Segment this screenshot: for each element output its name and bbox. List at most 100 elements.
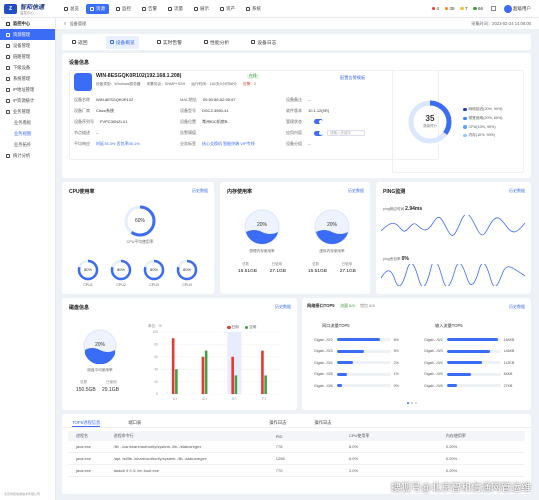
topnav-label: 展示	[200, 5, 209, 11]
column-header[interactable]: 内存使用率	[446, 433, 525, 439]
column-header[interactable]: 进程命令行	[114, 433, 276, 439]
disk-bar-空闲[interactable]	[175, 369, 178, 394]
y-tick-label: 40	[154, 367, 158, 371]
topnav-bell[interactable]: 告警	[138, 4, 161, 14]
traffic-bar-fill	[336, 372, 348, 376]
traffic-row[interactable]: Gigab.../0/5 84KB	[424, 369, 522, 381]
device-field: 设备分组 --	[286, 141, 311, 147]
alert-counter[interactable]: 66	[473, 6, 483, 11]
traffic-history-link[interactable]: 历史数据	[509, 304, 525, 310]
sidebar-item[interactable]: 业务看板	[0, 117, 55, 128]
bell-icon	[142, 6, 146, 11]
memory-used-value: 27.1GB	[269, 269, 286, 274]
sidebar-item[interactable]: 资源管理	[0, 29, 55, 40]
traffic-row[interactable]: Gigab.../0/3 146KB	[424, 346, 522, 358]
carousel-dots[interactable]	[407, 402, 417, 404]
column-header[interactable]: CPU使用率	[349, 433, 446, 439]
disk-bar-已用[interactable]	[231, 356, 234, 394]
sidebar-item[interactable]: 业务管理	[0, 106, 55, 117]
tab-2[interactable]: 实时告警	[153, 36, 186, 49]
traffic-bar-fill	[446, 338, 498, 342]
traffic-row[interactable]: Gigab.../0/5 1%	[314, 369, 412, 381]
traffic-row[interactable]: Gigab.../0/2 184KB	[424, 334, 522, 346]
disk-bar-空闲[interactable]	[204, 350, 208, 394]
topnav-gear[interactable]: 系统	[242, 4, 265, 14]
disk-bar-已用[interactable]	[171, 338, 175, 394]
configure-alert-link[interactable]: 配置告警模板	[340, 75, 365, 81]
topnav-server[interactable]: 资源	[86, 3, 109, 14]
memory-total-label: 总数	[242, 262, 249, 266]
memory-gauge: 20% 虚拟内存使用率 总数 已使用 15.51GB 27.1GB	[308, 208, 356, 274]
traffic-tab-flow[interactable]: 流量 8/8	[340, 303, 355, 309]
traffic-row[interactable]: Gigab.../0/3 5%	[314, 346, 412, 358]
disk-bar-空闲[interactable]	[234, 375, 238, 394]
legend-dot-icon	[463, 107, 467, 112]
topnav-home[interactable]: 总览	[60, 4, 83, 14]
sidebar-item[interactable]: 系统管理	[0, 73, 55, 84]
sidebar-item-label: 下级设备	[13, 64, 31, 70]
traffic-row[interactable]: Gigab.../0/4 112KB	[424, 357, 522, 369]
brand-logo[interactable]: Z 智和信通 监控中心	[0, 2, 56, 16]
table-row[interactable]: java.exe/apt. tst/lib../share/authority/…	[68, 453, 525, 465]
device-field: 业务标签 核心交换机 智能终端 VIP专线	[180, 141, 255, 147]
topnav-box[interactable]: 资产	[216, 4, 239, 14]
topnav-monitor[interactable]: 监控	[112, 4, 135, 14]
field-label: 告警阈值	[180, 130, 196, 135]
alert-counter[interactable]: 7	[460, 6, 467, 11]
column-header[interactable]: PID	[276, 434, 349, 439]
back-icon	[72, 40, 76, 44]
traffic-row[interactable]: Gigab.../0/4 2%	[314, 357, 412, 369]
username[interactable]: 超级用户	[513, 6, 531, 12]
x-tick-label: F:\	[262, 397, 266, 401]
fullscreen-icon[interactable]	[491, 6, 496, 11]
toggle-switch[interactable]	[314, 130, 323, 136]
tab-3[interactable]: 性能分析	[200, 36, 233, 49]
topnav-display[interactable]: 展示	[190, 4, 213, 14]
table-row[interactable]: java.exe taskctl /f /t /1 /im boot.exe 770…	[68, 465, 525, 477]
disk-bar-已用[interactable]	[261, 350, 264, 394]
tab-0[interactable]: 返回	[68, 36, 92, 49]
traffic-row[interactable]: Gigab.../0/6 27KB	[424, 380, 522, 392]
topnav-flow[interactable]: 流量	[164, 4, 187, 14]
avatar[interactable]	[504, 4, 512, 13]
search-input[interactable]: 请输入关键字	[327, 130, 365, 136]
cpu-history-link[interactable]: 历史数据	[192, 188, 208, 194]
alert-counter[interactable]: 39	[444, 6, 454, 11]
field-label: 设备分组	[286, 141, 302, 146]
sidebar-item[interactable]: 设备管理	[0, 40, 55, 51]
traffic-row[interactable]: Gigab.../0/2 8%	[314, 334, 412, 346]
bottom-tab-1[interactable]: 端口表	[128, 420, 141, 427]
ping-history-link[interactable]: 历史数据	[509, 188, 525, 194]
tab-4[interactable]: 设备日志	[247, 36, 280, 49]
bottom-tab-0[interactable]: TOP5进程信息	[72, 420, 101, 427]
traffic-row[interactable]: Gigab.../0/6 0%	[314, 380, 412, 392]
sidebar-item[interactable]: 下级设备	[0, 62, 55, 73]
sidebar-footer: 北京智和信通技术有限公司	[4, 492, 41, 496]
traffic-tab-errors[interactable]: 错包 8/8	[360, 303, 375, 309]
ping-rtt-label: ping响应时间	[383, 207, 405, 211]
sidebar-item[interactable]: 业务拓扑	[0, 139, 55, 150]
table-row[interactable]: java.exe/lib ../usr/share/authority/syst…	[68, 441, 525, 453]
memory-history-link[interactable]: 历史数据	[348, 188, 364, 194]
tab-icon	[251, 40, 256, 44]
column-header[interactable]: 进程名	[68, 433, 114, 439]
sidebar-item[interactable]: 业务视图	[0, 128, 55, 139]
disk-history-link[interactable]: 历史数据	[275, 304, 291, 310]
sidebar-item[interactable]: IP地址管理	[0, 84, 55, 95]
cell-pid: 770	[275, 468, 283, 473]
disk-bar-已用[interactable]	[201, 356, 205, 394]
bottom-tab-3[interactable]: 操作日志	[314, 420, 331, 427]
alert-counter[interactable]: 4	[431, 6, 439, 11]
sidebar-item[interactable]: 链路管理	[0, 51, 55, 62]
disk-bar-空闲[interactable]	[264, 375, 267, 394]
bottom-tab-2[interactable]: 操作日志	[269, 420, 286, 427]
traffic-bar-fill	[446, 384, 458, 388]
breadcrumb-text[interactable]: 设备管理	[69, 21, 86, 27]
sidebar-item[interactable]: IP资源统计	[0, 95, 55, 106]
tab-1[interactable]: 设备概览	[105, 35, 139, 49]
tab-label: 性能分析	[210, 40, 230, 46]
x-tick-label: E:\	[232, 397, 236, 401]
sidebar-item[interactable]: 统计分析	[0, 150, 55, 161]
toggle-switch[interactable]	[314, 119, 323, 125]
traffic-value: 8%	[393, 337, 399, 342]
